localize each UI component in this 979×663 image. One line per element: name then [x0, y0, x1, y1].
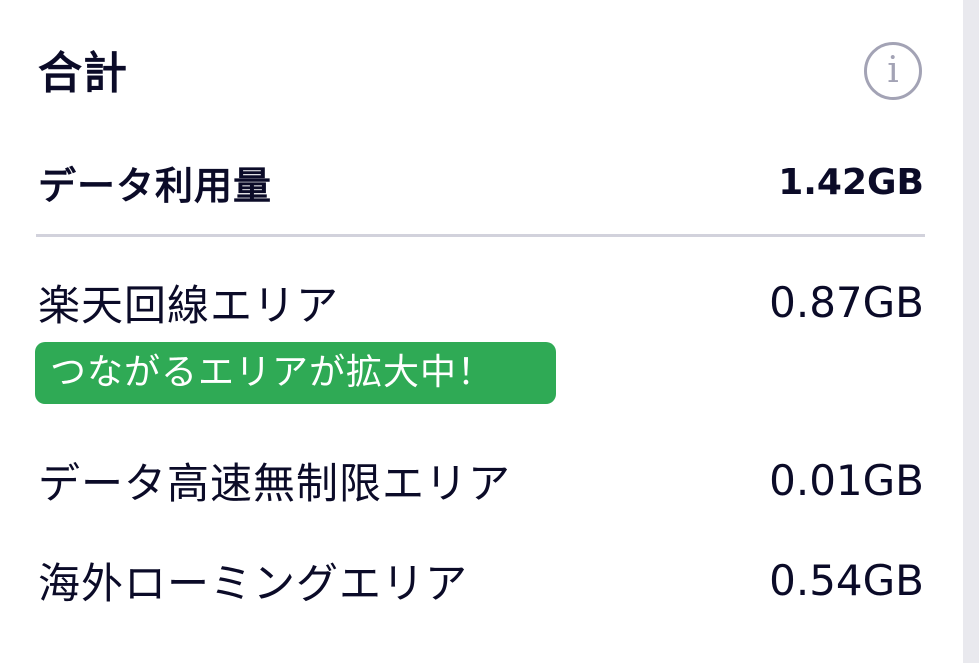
area-expanding-badge[interactable]: つながるエリアが拡大中！	[35, 342, 556, 404]
data-usage-summary-card: 合計 i データ利用量 1.42GB 楽天回線エリア 0.87GB つながるエリ…	[0, 0, 963, 663]
rakuten-area-row: 楽天回線エリア 0.87GB	[38, 272, 924, 332]
rakuten-area-label: 楽天回線エリア	[38, 280, 340, 330]
summary-title: 合計	[38, 48, 128, 99]
info-icon[interactable]: i	[864, 42, 922, 100]
total-usage-value: 1.42GB	[778, 161, 924, 203]
scroll-edge	[963, 0, 979, 663]
divider	[36, 234, 925, 237]
rakuten-area-value: 0.87GB	[769, 277, 924, 327]
unlimited-highspeed-area-value: 0.01GB	[769, 455, 924, 505]
overseas-roaming-area-label: 海外ローミングエリア	[38, 558, 469, 608]
total-usage-row: データ利用量 1.42GB	[38, 152, 924, 212]
unlimited-highspeed-area-row: データ高速無制限エリア 0.01GB	[38, 450, 924, 510]
unlimited-highspeed-area-label: データ高速無制限エリア	[38, 458, 512, 508]
overseas-roaming-area-value: 0.54GB	[769, 555, 924, 605]
total-usage-label: データ利用量	[38, 163, 273, 208]
overseas-roaming-area-row: 海外ローミングエリア 0.54GB	[38, 550, 924, 610]
